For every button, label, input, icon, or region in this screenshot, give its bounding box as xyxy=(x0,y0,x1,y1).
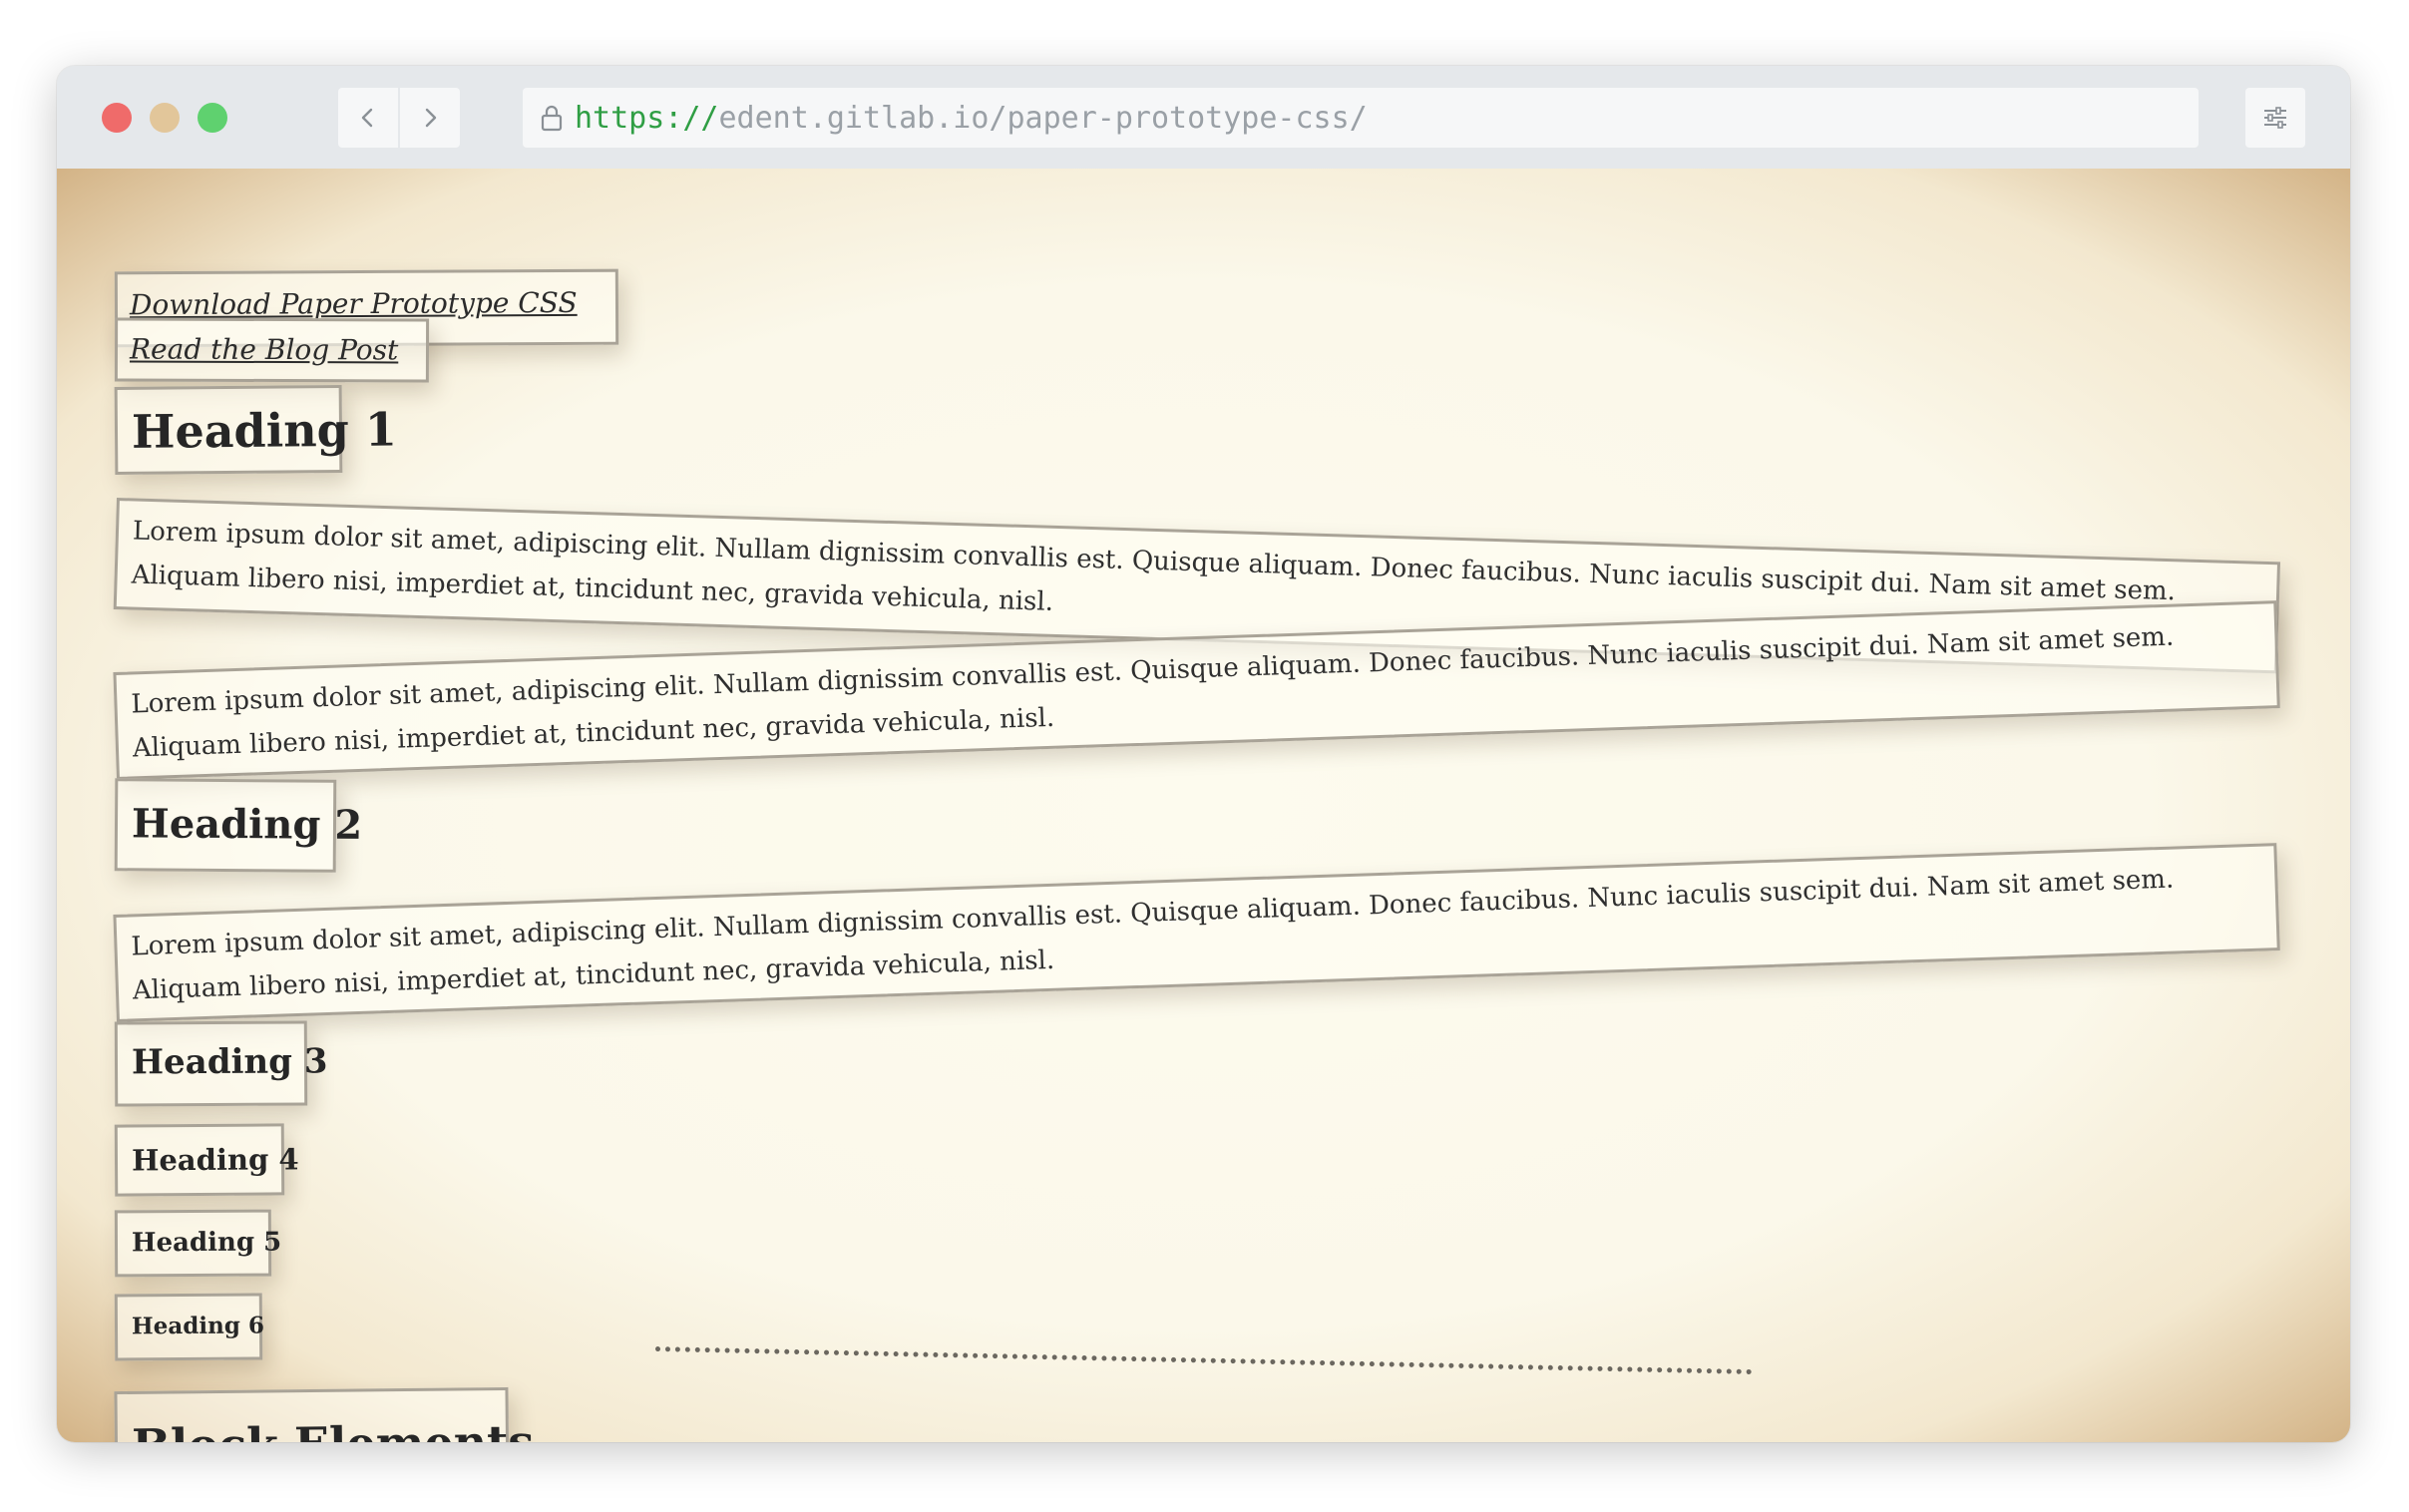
heading-3: Heading 3 xyxy=(131,1041,328,1083)
settings-button[interactable] xyxy=(2245,88,2305,148)
blog-post-link[interactable]: Read the Blog Post xyxy=(118,320,426,367)
url-scheme: https:// xyxy=(575,100,719,136)
heading-1: Heading 1 xyxy=(131,402,398,459)
address-bar[interactable]: https://edent.gitlab.io/paper-prototype-… xyxy=(523,88,2199,148)
forward-button[interactable] xyxy=(400,88,460,148)
paragraph-3-text: Lorem ipsum dolor sit amet, adipiscing e… xyxy=(131,864,2175,1006)
chevron-right-icon xyxy=(425,108,437,128)
heading-2-box: Heading 2 xyxy=(114,778,363,873)
minimize-window-button[interactable] xyxy=(150,103,180,133)
heading-1-box: Heading 1 xyxy=(114,385,398,475)
heading-5-box: Heading 5 xyxy=(114,1209,282,1278)
heading-3-box: Heading 3 xyxy=(114,1020,328,1107)
heading-4-box: Heading 4 xyxy=(114,1123,299,1197)
heading-4: Heading 4 xyxy=(131,1142,299,1178)
blog-link-box[interactable]: Read the Blog Post xyxy=(114,317,430,383)
back-button[interactable] xyxy=(338,88,398,148)
download-link[interactable]: Download Paper Prototype CSS xyxy=(118,272,615,322)
maximize-window-button[interactable] xyxy=(198,103,227,133)
heading-6-box: Heading 6 xyxy=(114,1293,264,1361)
page-content: Download Paper Prototype CSS Read the Bl… xyxy=(57,169,2350,1442)
lock-icon xyxy=(541,105,563,132)
horizontal-rule xyxy=(654,1346,1753,1375)
url-rest: edent.gitlab.io/paper-prototype-css/ xyxy=(718,100,1368,136)
paragraph-3: Lorem ipsum dolor sit amet, adipiscing e… xyxy=(113,843,2280,1022)
sliders-icon xyxy=(2264,107,2286,129)
heading-5: Heading 5 xyxy=(131,1227,282,1259)
chevron-left-icon xyxy=(361,108,373,128)
block-elements-heading: Block Elements xyxy=(117,1390,535,1442)
block-elements-heading-box: Block Elements xyxy=(114,1386,535,1442)
browser-window: https://edent.gitlab.io/paper-prototype-… xyxy=(57,66,2350,1442)
heading-2: Heading 2 xyxy=(131,800,363,849)
url-text: https://edent.gitlab.io/paper-prototype-… xyxy=(575,101,1368,136)
close-window-button[interactable] xyxy=(102,103,132,133)
heading-6: Heading 6 xyxy=(131,1312,264,1340)
browser-toolbar: https://edent.gitlab.io/paper-prototype-… xyxy=(57,66,2350,169)
